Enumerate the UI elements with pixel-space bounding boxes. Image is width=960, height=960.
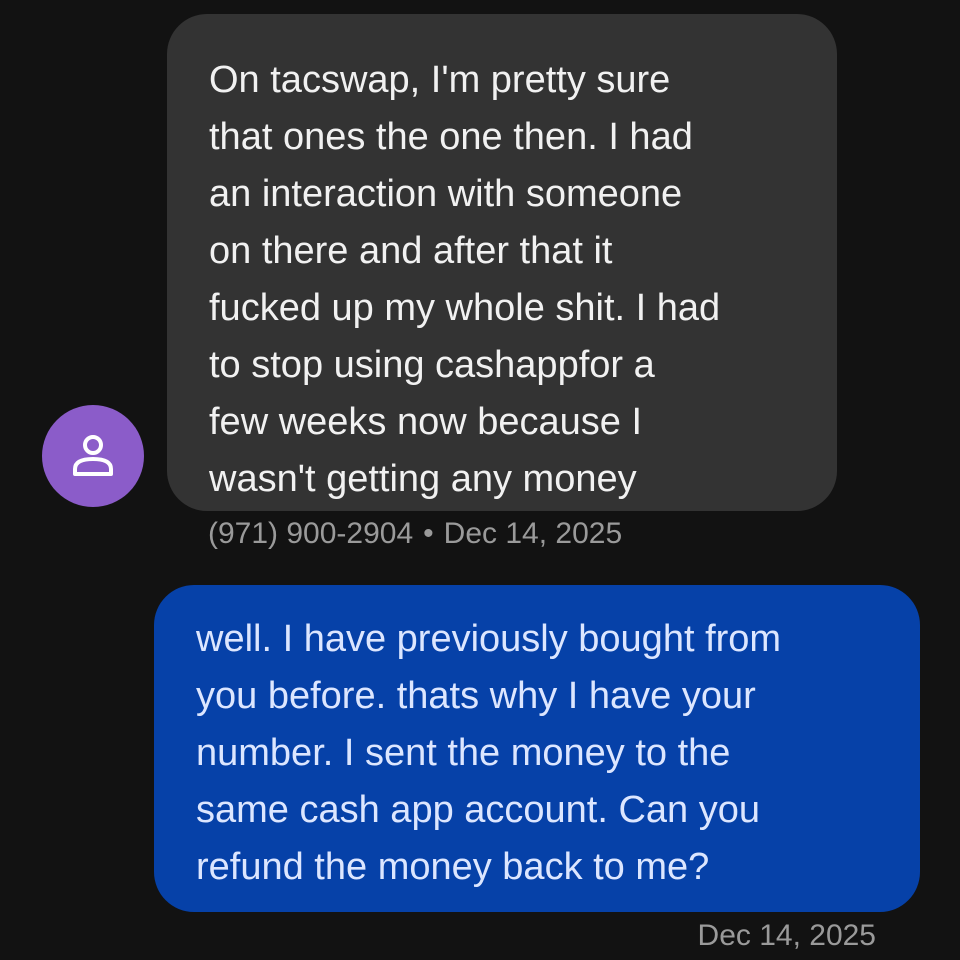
contact-avatar[interactable] [42, 405, 144, 507]
sender-number: (971) 900-2904 [208, 517, 414, 550]
outgoing-message-bubble[interactable]: well. I have previously bought from you … [154, 585, 920, 912]
incoming-timestamp: Dec 14, 2025 [443, 517, 623, 550]
meta-separator: • [423, 517, 434, 550]
incoming-message-meta: (971) 900-2904 • Dec 14, 2025 [208, 514, 622, 554]
outgoing-message-text: well. I have previously bought from you … [196, 618, 782, 888]
incoming-message-text: On tacswap, I'm pretty sure that ones th… [209, 59, 721, 500]
conversation-view: On tacswap, I'm pretty sure that ones th… [0, 0, 960, 960]
incoming-message-bubble[interactable]: On tacswap, I'm pretty sure that ones th… [167, 14, 837, 511]
person-icon [69, 432, 117, 480]
outgoing-timestamp: Dec 14, 2025 [697, 919, 876, 952]
